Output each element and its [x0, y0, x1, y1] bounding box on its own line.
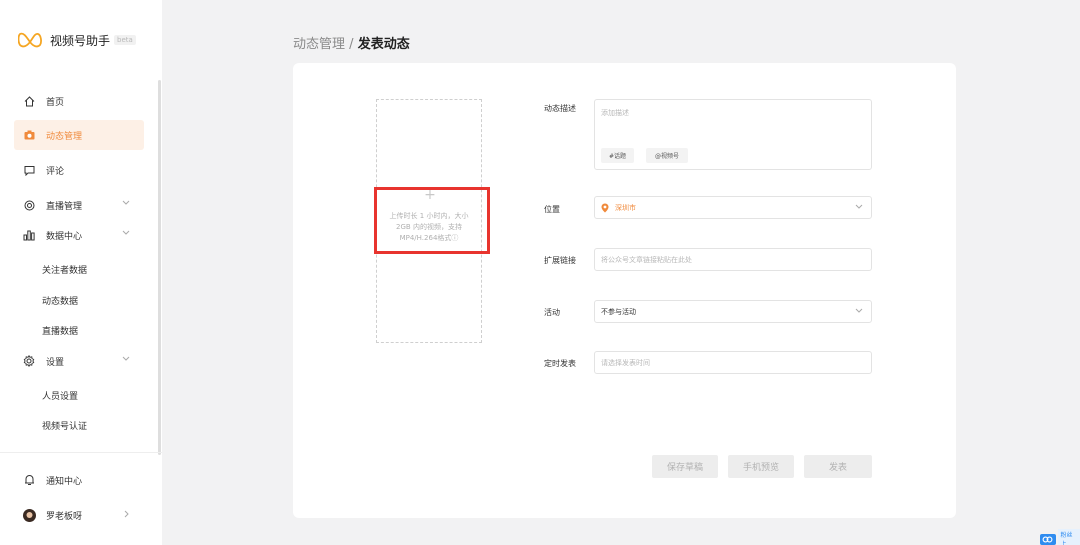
sidebar-user[interactable]: 罗老板呀: [14, 500, 144, 530]
chart-icon: [22, 230, 36, 241]
sidebar-item-comments[interactable]: 评论: [14, 155, 144, 185]
beta-badge: beta: [114, 35, 136, 45]
gear-icon: [22, 355, 36, 367]
sidebar-item-label: 动态管理: [46, 131, 83, 142]
sidebar-item-live[interactable]: 直播管理: [14, 190, 144, 220]
sidebar-item-label: 评论: [46, 166, 65, 177]
comment-icon: [22, 165, 36, 176]
topic-tag-button[interactable]: #话题: [601, 148, 634, 163]
sidebar-item-label: 首页: [46, 97, 65, 108]
breadcrumb-parent[interactable]: 动态管理: [293, 37, 345, 52]
chevron-down-icon: [122, 356, 130, 361]
brand-name: 视频号助手: [50, 33, 111, 48]
chevron-right-icon: [124, 510, 129, 518]
desc-placeholder: 添加描述: [601, 109, 629, 117]
link-input[interactable]: 将公众号文章链接粘贴在此处: [594, 248, 872, 271]
user-name: 罗老板呀: [46, 511, 83, 522]
description-textarea[interactable]: 添加描述 #话题 @视频号: [594, 99, 872, 170]
sidebar-item-label: 直播管理: [46, 201, 83, 212]
sidebar-subitem-live-data[interactable]: 直播数据: [42, 324, 78, 337]
sidebar-item-data[interactable]: 数据中心: [14, 220, 144, 250]
sidebar-item-settings[interactable]: 设置: [14, 346, 144, 376]
link-placeholder: 将公众号文章链接粘贴在此处: [601, 255, 692, 264]
chevron-down-icon: [855, 308, 863, 313]
avatar: [22, 508, 36, 522]
camera-icon: [22, 130, 36, 140]
breadcrumb: 动态管理 / 发表动态: [293, 33, 410, 52]
chevron-down-icon: [122, 230, 130, 235]
cloud-logo-icon: [1040, 533, 1056, 545]
sidebar-item-notifications[interactable]: 通知中心: [14, 465, 144, 495]
location-label: 位置: [544, 205, 560, 214]
sidebar-item-label: 数据中心: [46, 231, 83, 242]
sidebar-subitem-verify[interactable]: 视频号认证: [42, 419, 87, 432]
mention-account-button[interactable]: @视频号: [646, 148, 688, 163]
chevron-down-icon: [122, 200, 130, 205]
desc-label: 动态描述: [544, 104, 576, 113]
chevron-down-icon: [855, 204, 863, 209]
home-icon: [22, 95, 36, 107]
location-pin-icon: [601, 203, 609, 212]
sidebar-item-home[interactable]: 首页: [14, 86, 144, 116]
location-select[interactable]: 深圳市: [594, 196, 872, 219]
location-value: 深圳市: [615, 203, 636, 212]
sidebar-scrollbar[interactable]: [158, 80, 161, 455]
sidebar: 视频号助手 beta 首页 动态管理 评论 直播管理 数据中心 关注者数据 动态…: [0, 0, 162, 545]
save-draft-button[interactable]: 保存草稿: [652, 455, 718, 478]
sidebar-item-label: 通知中心: [46, 476, 83, 487]
sidebar-item-label: 设置: [46, 357, 65, 368]
sidebar-item-posts[interactable]: 动态管理: [14, 120, 144, 150]
live-icon: [22, 200, 36, 211]
link-label: 扩展链接: [544, 256, 576, 265]
phone-preview-button[interactable]: 手机预览: [728, 455, 794, 478]
sidebar-subitem-post-data[interactable]: 动态数据: [42, 294, 78, 307]
activity-label: 活动: [544, 308, 560, 317]
schedule-picker[interactable]: 请选择发表时间: [594, 351, 872, 374]
bell-icon: [22, 474, 36, 486]
sidebar-subitem-follower-data[interactable]: 关注者数据: [42, 263, 87, 276]
sidebar-divider: [0, 452, 162, 453]
red-highlight-box: [374, 187, 490, 254]
brand-logo-icon: [18, 32, 42, 48]
schedule-placeholder: 请选择发表时间: [601, 358, 650, 367]
activity-select[interactable]: 不参与活动: [594, 300, 872, 323]
corner-widget[interactable]: 粉丝上: [1040, 529, 1080, 545]
breadcrumb-separator: /: [349, 37, 354, 52]
sidebar-subitem-staff[interactable]: 人员设置: [42, 389, 78, 402]
publish-button[interactable]: 发表: [804, 455, 872, 478]
activity-value: 不参与活动: [601, 307, 636, 316]
corner-text: 粉丝上: [1057, 529, 1080, 545]
schedule-label: 定时发表: [544, 359, 576, 368]
brand[interactable]: 视频号助手 beta: [18, 30, 136, 50]
page-title: 发表动态: [357, 37, 410, 52]
